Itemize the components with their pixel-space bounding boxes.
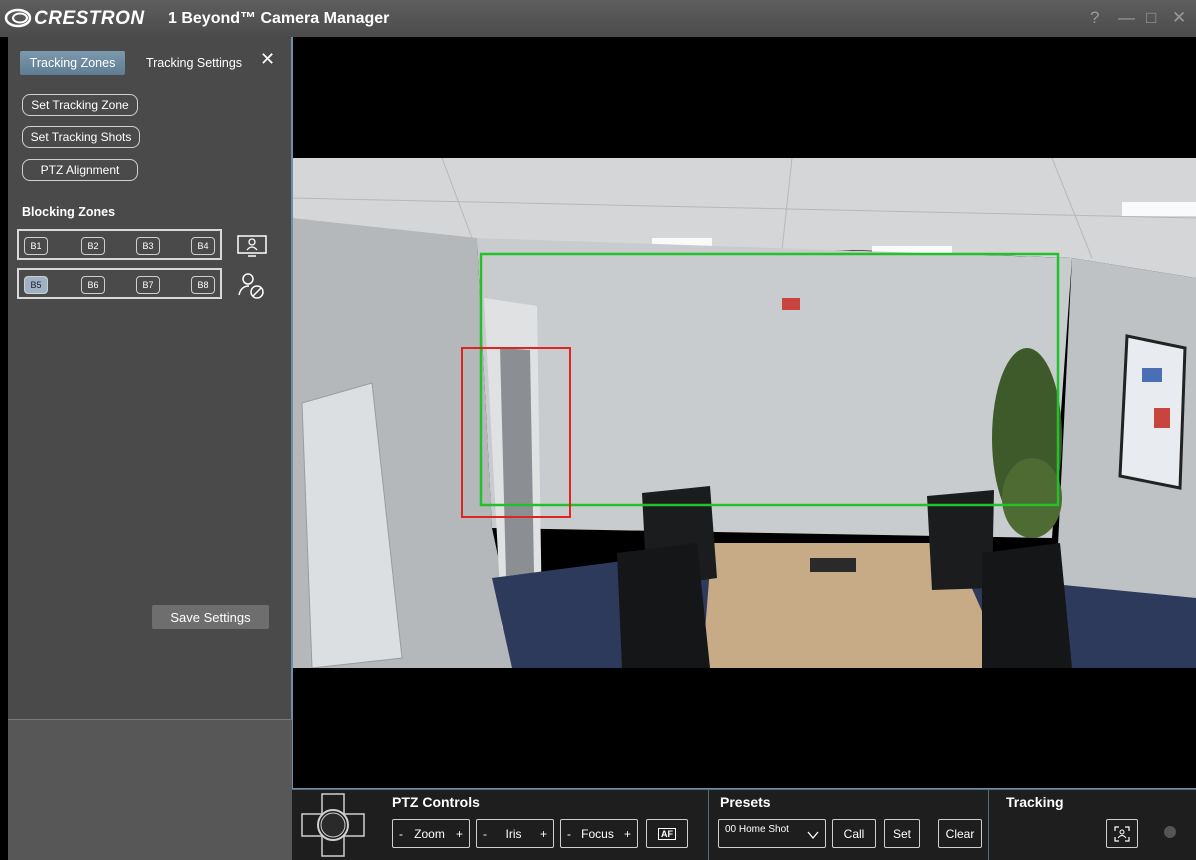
zoom-stepper[interactable]: - Zoom + bbox=[392, 819, 470, 848]
control-bar: PTZ Controls - Zoom + - Iris + - Focus +… bbox=[292, 789, 1196, 860]
blocking-zone-display-icon[interactable] bbox=[236, 234, 268, 258]
crestron-logo-icon bbox=[4, 8, 32, 28]
set-tracking-shots-button[interactable]: Set Tracking Shots bbox=[22, 126, 140, 148]
tracking-status-indicator bbox=[1164, 826, 1176, 838]
focus-far-button[interactable]: + bbox=[624, 827, 631, 841]
ptz-alignment-button[interactable]: PTZ Alignment bbox=[22, 159, 138, 181]
tab-tracking-settings[interactable]: Tracking Settings bbox=[139, 51, 249, 75]
zoom-in-button[interactable]: + bbox=[456, 827, 463, 841]
zone-b8-button[interactable]: B8 bbox=[191, 276, 215, 294]
brand-name: CRESTRON bbox=[34, 8, 145, 29]
zone-b6-button[interactable]: B6 bbox=[81, 276, 105, 294]
sidebar-empty-area bbox=[8, 719, 292, 860]
focus-stepper[interactable]: - Focus + bbox=[560, 819, 638, 848]
close-window-icon[interactable]: ✕ bbox=[1172, 8, 1186, 28]
help-icon[interactable]: ? bbox=[1090, 8, 1099, 28]
zone-b3-button[interactable]: B3 bbox=[136, 237, 160, 255]
chevron-down-icon bbox=[807, 831, 819, 840]
save-settings-button[interactable]: Save Settings bbox=[152, 605, 269, 629]
tracking-toggle-button[interactable] bbox=[1106, 819, 1138, 848]
iris-open-button[interactable]: + bbox=[540, 827, 547, 841]
maximize-icon[interactable]: □ bbox=[1146, 8, 1156, 28]
zone-b2-button[interactable]: B2 bbox=[81, 237, 105, 255]
iris-label: Iris bbox=[505, 826, 522, 841]
divider bbox=[708, 790, 709, 860]
camera-video-feed[interactable] bbox=[292, 158, 1196, 668]
title-bar: CRESTRON 1 Beyond™ Camera Manager ? — □ … bbox=[0, 0, 1196, 37]
blocking-zones-row-2: B5 B6 B7 B8 bbox=[17, 268, 222, 299]
tracking-frame-icon bbox=[1114, 825, 1130, 842]
blocking-zones-row-1: B1 B2 B3 B4 bbox=[17, 229, 222, 260]
tracking-title: Tracking bbox=[1006, 794, 1064, 810]
zoom-label: Zoom bbox=[414, 826, 445, 841]
focus-label: Focus bbox=[581, 826, 614, 841]
preset-select[interactable]: 00 Home Shot bbox=[718, 819, 826, 848]
tracking-sidebar: Tracking Zones Tracking Settings ✕ Set T… bbox=[8, 37, 292, 719]
tab-tracking-zones[interactable]: Tracking Zones bbox=[20, 51, 125, 75]
zone-b7-button[interactable]: B7 bbox=[136, 276, 160, 294]
minimize-icon[interactable]: — bbox=[1118, 8, 1135, 28]
divider bbox=[988, 790, 989, 860]
set-tracking-zone-button[interactable]: Set Tracking Zone bbox=[22, 94, 138, 116]
autofocus-label: AF bbox=[658, 827, 676, 840]
iris-stepper[interactable]: - Iris + bbox=[476, 819, 554, 848]
app-title: 1 Beyond™ Camera Manager bbox=[168, 10, 390, 27]
set-preset-button[interactable]: Set bbox=[884, 819, 920, 848]
zone-b4-button[interactable]: B4 bbox=[191, 237, 215, 255]
preset-select-value: 00 Home Shot bbox=[725, 824, 789, 835]
call-preset-button[interactable]: Call bbox=[832, 819, 876, 848]
blocking-zones-label: Blocking Zones bbox=[22, 205, 116, 219]
person-block-icon[interactable] bbox=[236, 271, 268, 301]
zoom-out-button[interactable]: - bbox=[399, 827, 403, 841]
clear-preset-button[interactable]: Clear bbox=[938, 819, 982, 848]
presets-title: Presets bbox=[720, 794, 771, 810]
camera-manager-window: CRESTRON 1 Beyond™ Camera Manager ? — □ … bbox=[0, 0, 1196, 860]
ptz-joystick-icon[interactable] bbox=[300, 792, 366, 858]
autofocus-button[interactable]: AF bbox=[646, 819, 688, 848]
close-panel-icon[interactable]: ✕ bbox=[260, 49, 275, 70]
conference-room-image bbox=[292, 158, 1196, 668]
focus-near-button[interactable]: - bbox=[567, 827, 571, 841]
zone-b1-button[interactable]: B1 bbox=[24, 237, 48, 255]
ptz-controls-title: PTZ Controls bbox=[392, 794, 480, 810]
iris-close-button[interactable]: - bbox=[483, 827, 487, 841]
zone-b5-button[interactable]: B5 bbox=[24, 276, 48, 294]
